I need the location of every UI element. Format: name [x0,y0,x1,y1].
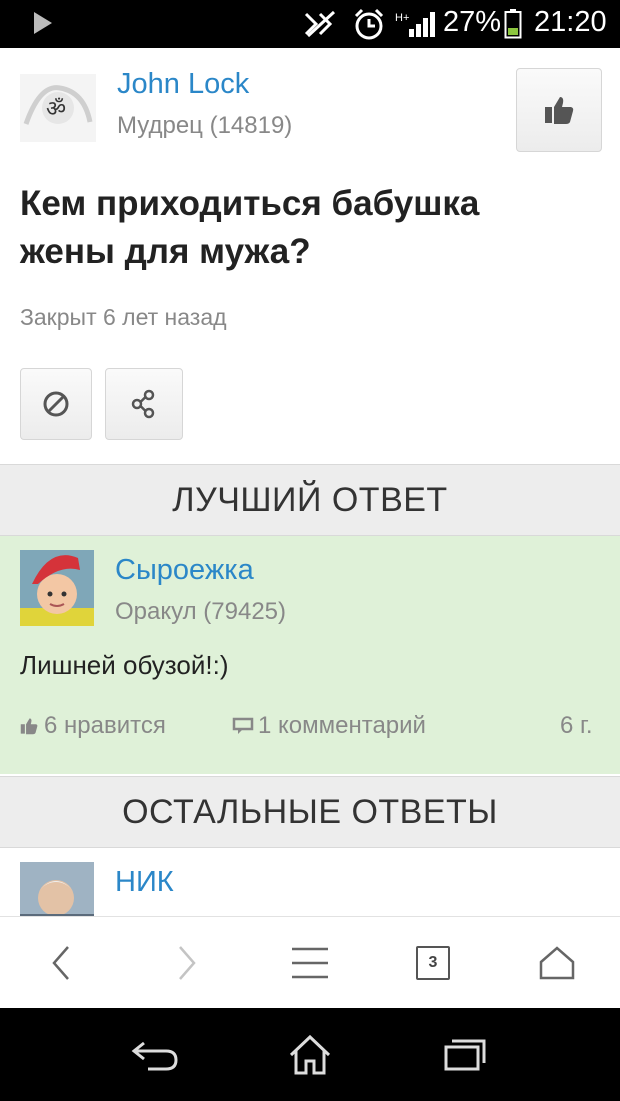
mute-icon [300,8,340,40]
share-button[interactable] [105,368,183,440]
answer-age: 6 г. [560,712,593,739]
question-status: Закрыт 6 лет назад [20,304,227,330]
question-title: Кем приходиться бабушка жены для мужа? [20,184,480,271]
block-icon [43,391,69,417]
other-answers-header: ОСТАЛЬНЫЕ ОТВЕТЫ [0,776,620,848]
tabs-button[interactable]: 3 [403,935,463,991]
comment-icon [232,717,254,734]
battery-percent: 27% [443,6,502,38]
battery-icon [502,8,524,40]
author-rank: Мудрец (14819) [117,112,293,139]
alarm-icon [350,8,388,40]
thumbs-up-icon [545,97,574,124]
menu-button[interactable] [280,935,340,991]
comments-label: 1 комментарий [258,712,426,739]
thumbs-up-icon [20,718,38,735]
like-button[interactable] [516,68,602,152]
report-button[interactable] [20,368,92,440]
status-bar: H+ 27% 21:20 [0,0,620,48]
comments-count[interactable]: 1 комментарий [232,712,426,740]
chevron-right-icon [179,946,196,980]
forward-button[interactable] [156,935,216,991]
back-button[interactable] [32,935,92,991]
home-icon [539,946,575,980]
chevron-left-icon [52,946,69,980]
recent-apps-icon [444,1039,486,1071]
author-name[interactable]: John Lock [117,68,249,101]
best-answer: Сыроежка Оракул (79425) Лишней обузой!:)… [0,536,620,774]
best-answer-header: ЛУЧШИЙ ОТВЕТ [0,464,620,536]
other-answers-list: НИК [0,848,620,916]
tabs-count: 3 [416,946,450,980]
recent-apps-button[interactable] [430,1030,500,1080]
system-nav-bar [0,1008,620,1101]
avatar[interactable] [20,862,94,916]
system-back-button[interactable] [120,1030,190,1080]
likes-label: 6 нравится [44,712,166,739]
answer-author-name[interactable]: Сыроежка [115,554,254,587]
signal-icon: H+ [394,8,438,40]
home-icon [289,1034,331,1075]
hamburger-icon [292,947,328,979]
share-icon [131,389,155,419]
browser-toolbar: 3 [0,916,620,1009]
svg-text:ॐ: ॐ [46,97,66,122]
avatar[interactable]: ॐ [20,74,96,142]
answer-author-rank: Оракул (79425) [115,598,286,625]
back-arrow-icon [131,1041,178,1071]
play-icon [34,12,52,34]
system-home-button[interactable] [275,1030,345,1080]
answer-text: Лишней обузой!:) [20,650,229,680]
answer-author-name[interactable]: НИК [115,866,174,899]
clock: 21:20 [534,6,607,38]
home-button[interactable] [527,935,587,991]
avatar[interactable] [20,550,94,626]
likes-count[interactable]: 6 нравится [18,712,166,740]
svg-text:H+: H+ [395,12,409,24]
